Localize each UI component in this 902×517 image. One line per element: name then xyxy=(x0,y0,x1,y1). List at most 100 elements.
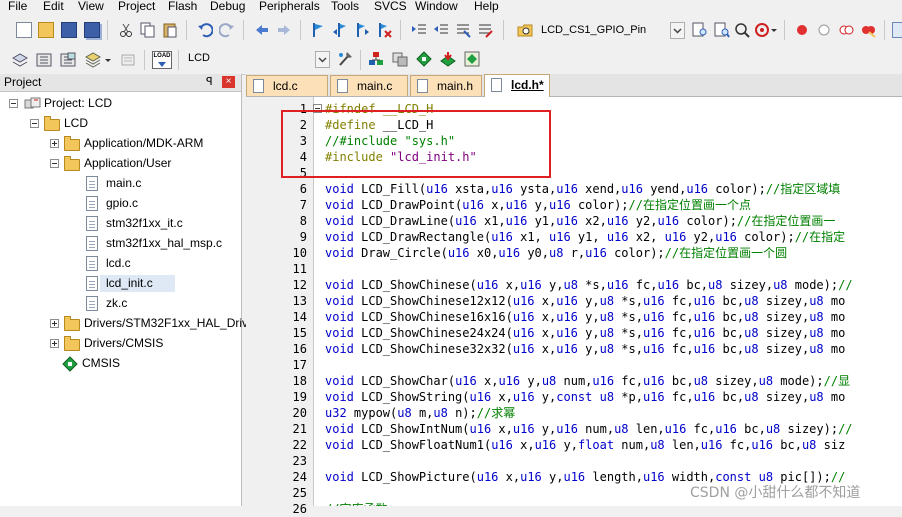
breakpoint-kill-all-icon[interactable] xyxy=(860,22,876,38)
menu-view[interactable]: View xyxy=(78,0,104,14)
menu-peripherals[interactable]: Peripherals xyxy=(259,0,320,14)
paste-icon[interactable] xyxy=(162,22,178,38)
tree-target[interactable]: LCD xyxy=(0,114,240,133)
breakpoint-disable-all-icon[interactable] xyxy=(838,22,854,38)
stop-build-icon[interactable] xyxy=(120,52,136,68)
combo-dropdown-icon[interactable] xyxy=(670,22,685,39)
open-folder-icon[interactable] xyxy=(38,22,54,38)
tree-file[interactable]: gpio.c xyxy=(0,194,240,213)
tree-file[interactable]: lcd.c xyxy=(0,254,240,273)
target-combo[interactable]: LCD_CS1_GPIO_Pin xyxy=(537,22,687,41)
save-icon[interactable] xyxy=(61,22,77,38)
options-for-target-icon[interactable] xyxy=(337,51,353,67)
code-line[interactable]: //字库函数 xyxy=(325,501,387,506)
expand-icon[interactable] xyxy=(50,339,59,348)
tree-group[interactable]: CMSIS xyxy=(0,354,240,373)
tab-lcd-h-[interactable]: lcd.h* xyxy=(484,74,550,97)
rebuild-icon[interactable] xyxy=(60,52,76,68)
tree-file[interactable]: stm32f1xx_it.c xyxy=(0,214,240,233)
code-area[interactable]: #ifndef __LCD_H #define __LCD_H//#include… xyxy=(313,97,902,506)
menu-project[interactable]: Project xyxy=(118,0,155,14)
breakpoint-insert-icon[interactable] xyxy=(794,22,810,38)
expand-icon[interactable] xyxy=(50,319,59,328)
comment-icon[interactable] xyxy=(455,22,471,38)
code-line[interactable]: void LCD_ShowIntNum(u16 x,u16 y,u16 num,… xyxy=(325,421,853,437)
tree-file[interactable]: stm32f1xx_hal_msp.c xyxy=(0,234,240,253)
window-layout-icon[interactable] xyxy=(892,22,902,38)
tab-main-h[interactable]: main.h xyxy=(410,75,482,96)
code-line[interactable]: void LCD_ShowChar(u16 x,u16 y,u8 num,u16… xyxy=(325,373,850,389)
cut-icon[interactable] xyxy=(118,22,134,38)
code-line[interactable]: void LCD_ShowChinese(u16 x,u16 y,u8 *s,u… xyxy=(325,277,853,293)
uncomment-icon[interactable] xyxy=(477,22,493,38)
find-icon[interactable] xyxy=(692,22,708,38)
combo-dropdown-icon[interactable] xyxy=(315,51,330,68)
fold-collapse-icon[interactable] xyxy=(313,104,322,113)
tree-group[interactable]: Application/MDK-ARM xyxy=(0,134,240,153)
bookmark-icon[interactable] xyxy=(310,22,326,38)
indent-icon[interactable] xyxy=(411,22,427,38)
code-line[interactable]: void LCD_Fill(u16 xsta,u16 ysta,u16 xend… xyxy=(325,181,840,197)
code-line[interactable]: //#include "sys.h" xyxy=(325,133,455,149)
debug-session-icon[interactable] xyxy=(754,22,770,38)
code-line[interactable]: void LCD_ShowChinese12x12(u16 x,u16 y,u8… xyxy=(325,293,845,309)
tree-file[interactable]: zk.c xyxy=(0,294,240,313)
code-line[interactable]: void LCD_DrawLine(u16 x1,u16 y1,u16 x2,u… xyxy=(325,213,835,229)
collapse-icon[interactable] xyxy=(50,159,59,168)
bookmark-next-icon[interactable] xyxy=(354,22,370,38)
nav-forward-icon[interactable] xyxy=(276,22,292,38)
new-file-icon[interactable] xyxy=(16,22,32,38)
pack-installer-icon[interactable] xyxy=(440,51,456,67)
save-all-icon[interactable] xyxy=(84,22,100,38)
find-in-files-icon[interactable] xyxy=(517,22,533,38)
expand-icon[interactable] xyxy=(50,139,59,148)
menu-file[interactable]: File xyxy=(8,0,27,14)
translate-icon[interactable] xyxy=(11,52,29,68)
menu-flash[interactable]: Flash xyxy=(168,0,197,14)
collapse-icon[interactable] xyxy=(30,119,39,128)
download-icon[interactable]: LOAD xyxy=(152,51,172,69)
close-panel-button[interactable]: × xyxy=(222,76,235,88)
code-line[interactable]: #define __LCD_H xyxy=(325,117,433,133)
file-extensions-icon[interactable] xyxy=(368,51,384,67)
menu-debug[interactable]: Debug xyxy=(210,0,245,14)
project-target-combo[interactable]: LCD xyxy=(184,50,330,69)
pin-icon[interactable]: ꟼ xyxy=(206,75,213,88)
code-line[interactable]: #ifndef __LCD_H xyxy=(325,101,433,117)
code-line[interactable]: void Draw_Circle(u16 x0,u16 y0,u8 r,u16 … xyxy=(325,245,787,261)
code-line[interactable]: void LCD_DrawRectangle(u16 x1, u16 y1, u… xyxy=(325,229,845,245)
batch-build-icon[interactable] xyxy=(84,52,102,68)
breakpoint-enable-icon[interactable] xyxy=(816,22,832,38)
bookmark-clear-icon[interactable] xyxy=(376,22,392,38)
tree-file[interactable]: main.c xyxy=(0,174,240,193)
unindent-icon[interactable] xyxy=(433,22,449,38)
menu-help[interactable]: Help xyxy=(474,0,499,14)
code-line[interactable]: u32 mypow(u8 m,u8 n);//求幂 xyxy=(325,405,515,421)
code-line[interactable]: void LCD_ShowChinese32x32(u16 x,u16 y,u8… xyxy=(325,341,845,357)
chevron-down-icon[interactable] xyxy=(104,52,112,68)
incremental-find-icon[interactable] xyxy=(734,22,750,38)
tree-project-root[interactable]: Project: LCD xyxy=(0,94,240,113)
code-line[interactable]: void LCD_ShowChinese24x24(u16 x,u16 y,u8… xyxy=(325,325,845,341)
code-line[interactable]: void LCD_ShowString(u16 x,u16 y,const u8… xyxy=(325,389,845,405)
chevron-down-icon[interactable] xyxy=(770,22,778,38)
select-packs-icon[interactable] xyxy=(416,51,432,67)
collapse-icon[interactable] xyxy=(9,99,18,108)
code-line[interactable]: void LCD_DrawPoint(u16 x,u16 y,u16 color… xyxy=(325,197,751,213)
build-icon[interactable] xyxy=(36,52,52,68)
tree-group[interactable]: Application/User xyxy=(0,154,240,173)
nav-back-icon[interactable] xyxy=(254,22,270,38)
tree-group[interactable]: Drivers/CMSIS xyxy=(0,334,240,353)
tab-main-c[interactable]: main.c xyxy=(330,75,408,96)
code-line[interactable]: void LCD_ShowFloatNum1(u16 x,u16 y,float… xyxy=(325,437,845,453)
menu-edit[interactable]: Edit xyxy=(43,0,64,14)
tab-lcd-c[interactable]: lcd.c xyxy=(246,75,328,96)
bookmark-prev-icon[interactable] xyxy=(332,22,348,38)
menu-window[interactable]: Window xyxy=(415,0,458,14)
menu-svcs[interactable]: SVCS xyxy=(374,0,407,14)
replace-icon[interactable] xyxy=(714,22,730,38)
software-packs-icon[interactable] xyxy=(464,51,480,67)
tree-file[interactable]: lcd_init.c xyxy=(0,274,240,293)
redo-icon[interactable] xyxy=(218,22,235,38)
menu-tools[interactable]: Tools xyxy=(331,0,359,14)
